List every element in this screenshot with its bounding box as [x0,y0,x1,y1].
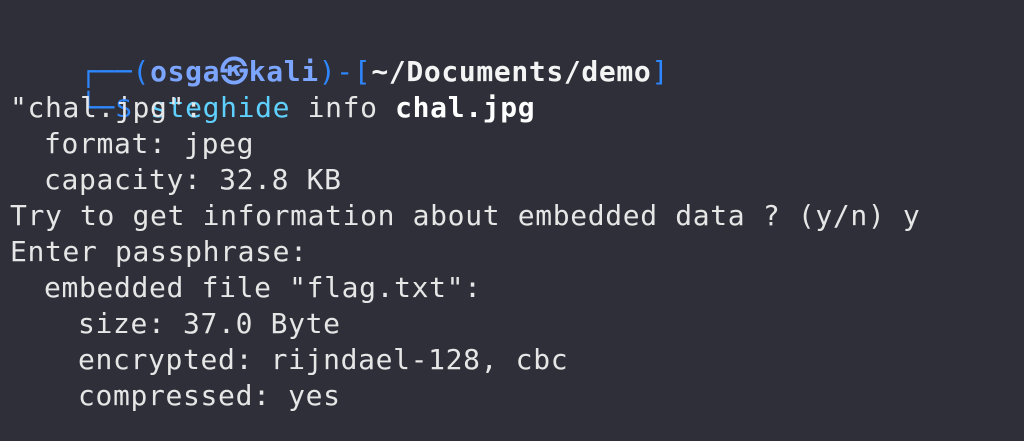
output-embedded-line: embedded file "flag.txt": [44,271,482,304]
output-question-line: Try to get information about embedded da… [10,199,921,232]
prompt-header-line: ┌──(osga㉿kali)-[~/Documents/demo] [10,18,1024,88]
output-size-line: size: 37.0 Byte [78,307,341,340]
output-format-line: format: jpeg [44,127,255,160]
output-passphrase-line: Enter passphrase: [10,235,308,268]
prompt-at-symbol: ㉿ [220,55,249,88]
output-encrypted-line: encrypted: rijndael-128, cbc [78,343,569,376]
prompt-corner-top: ┌──( [80,55,151,88]
command-file-arg: chal.jpg [395,91,536,124]
command-args: info [290,91,396,124]
prompt-user: osga [150,55,221,88]
prompt-path: ~/Documents/demo [371,55,652,88]
output-compressed-line: compressed: yes [78,379,341,412]
prompt-mid: )-[ [318,55,372,88]
output-capacity-line: capacity: 32.8 KB [44,163,342,196]
terminal-window[interactable]: ┌──(osga㉿kali)-[~/Documents/demo] └─$ st… [0,0,1024,441]
prompt-close: ] [651,55,669,88]
prompt-host: kali [248,55,319,88]
